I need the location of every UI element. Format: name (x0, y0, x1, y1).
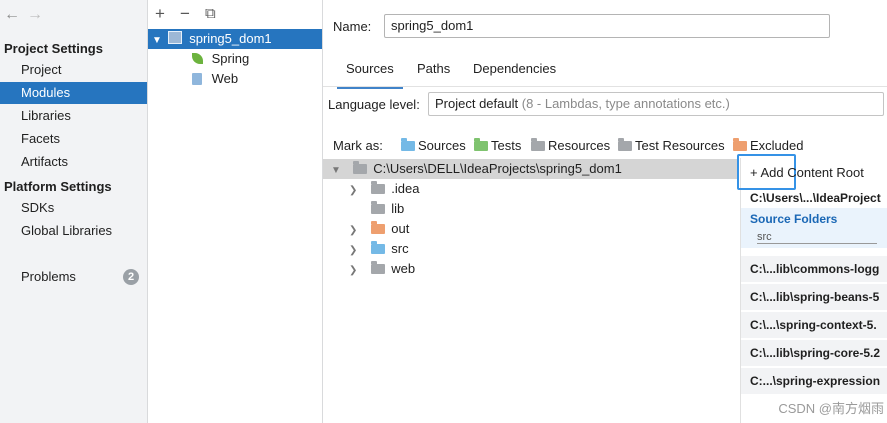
test-resources-folder-icon (618, 138, 632, 151)
facet-node-web[interactable]: Web (148, 69, 322, 89)
module-tree-panel: + − ⧉ ▼ spring5_dom1 Spring Web (148, 0, 323, 423)
tab-dependencies[interactable]: Dependencies (473, 60, 556, 86)
chevron-down-icon[interactable]: ▼ (152, 31, 164, 51)
chevron-down-icon[interactable]: ▼ (331, 161, 343, 181)
mark-sources-button[interactable]: Sources (401, 137, 466, 155)
remove-icon[interactable]: − (180, 4, 190, 24)
problems-label: Problems (21, 269, 76, 284)
tree-item-idea[interactable]: ❯ .idea (323, 179, 738, 199)
facet-node-spring[interactable]: Spring (148, 49, 322, 69)
language-level-select[interactable]: Project default (8 - Lambdas, type annot… (428, 92, 884, 116)
module-icon (167, 31, 182, 44)
back-arrow-icon[interactable]: ← (4, 6, 20, 24)
facet-web-label: Web (211, 71, 239, 86)
forward-arrow-icon[interactable]: → (27, 6, 43, 24)
module-node-spring5-dom1[interactable]: ▼ spring5_dom1 (148, 29, 322, 49)
folder-icon (370, 181, 385, 194)
source-folder-icon (370, 241, 385, 254)
web-facet-icon (192, 73, 202, 85)
tree-item-label: src (391, 241, 409, 256)
mark-test-resources-button[interactable]: Test Resources (618, 137, 725, 155)
tree-item-src[interactable]: ❯ src (323, 239, 738, 259)
chevron-right-icon[interactable]: ❯ (349, 181, 361, 201)
library-root-spring-expression[interactable]: C:...\spring-expression (741, 368, 887, 394)
mark-resources-label: Resources (548, 138, 611, 153)
mark-as-label: Mark as: (333, 138, 383, 153)
mark-sources-label: Sources (418, 138, 466, 153)
tree-item-label: .idea (391, 181, 420, 196)
facet-spring-label: Spring (211, 51, 250, 66)
sidebar-item-libraries[interactable]: Libraries (0, 105, 147, 127)
tree-item-out[interactable]: ❯ out (323, 219, 738, 239)
sidebar-item-artifacts[interactable]: Artifacts (0, 151, 147, 173)
mark-tests-label: Tests (491, 138, 522, 153)
language-level-value: Project default (435, 96, 519, 111)
sidebar-item-project[interactable]: Project (0, 59, 147, 81)
language-level-hint: (8 - Lambdas, type annotations etc.) (521, 96, 730, 111)
mark-test-resources-label: Test Resources (635, 138, 725, 153)
tab-sources[interactable]: Sources (337, 60, 403, 89)
sources-folder-icon (401, 138, 415, 151)
content-root-path: C:\Users\DELL\IdeaProjects\spring5_dom1 (373, 161, 622, 176)
source-folders-title: Source Folders (750, 212, 838, 226)
source-folder-src[interactable]: src (757, 231, 877, 244)
sidebar-item-problems[interactable]: Problems 2 (0, 266, 147, 288)
mark-tests-button[interactable]: Tests (474, 137, 521, 155)
folder-icon (352, 161, 367, 174)
content-root-header[interactable]: C:\Users\...\IdeaProject (741, 188, 887, 208)
platform-settings-heading: Platform Settings (4, 179, 112, 194)
folder-icon (370, 201, 385, 214)
watermark-text: CSDN @南方烟雨 (778, 401, 884, 416)
excluded-folder-icon (733, 138, 747, 151)
problems-count-badge: 2 (123, 269, 139, 285)
resources-folder-icon (531, 138, 545, 151)
spring-leaf-icon (192, 53, 203, 64)
tests-folder-icon (474, 138, 488, 151)
tree-item-lib[interactable]: lib (323, 199, 738, 219)
tab-divider (323, 86, 887, 87)
sidebar-item-global-libraries[interactable]: Global Libraries (0, 220, 147, 242)
sidebar-item-sdks[interactable]: SDKs (0, 197, 147, 219)
excluded-folder-icon (370, 221, 385, 234)
content-root-node[interactable]: ▼ C:\Users\DELL\IdeaProjects\spring5_dom… (323, 159, 738, 179)
tree-item-label: lib (391, 201, 405, 216)
mark-excluded-label: Excluded (750, 138, 804, 153)
copy-icon[interactable]: ⧉ (205, 5, 216, 22)
library-root-spring-beans[interactable]: C:\...lib\spring-beans-5 (741, 284, 887, 310)
folder-icon (370, 261, 385, 274)
tree-item-label: web (391, 261, 416, 276)
library-root-spring-context[interactable]: C:\...\spring-context-5. (741, 312, 887, 338)
sidebar-item-modules[interactable]: Modules (0, 82, 147, 104)
tree-item-web[interactable]: ❯ web (323, 259, 738, 279)
project-settings-heading: Project Settings (4, 41, 103, 56)
add-icon[interactable]: + (155, 4, 165, 24)
content-root-tree: ▼ C:\Users\DELL\IdeaProjects\spring5_dom… (323, 159, 738, 279)
mark-excluded-button[interactable]: Excluded (733, 137, 803, 155)
library-root-commons-logging[interactable]: C:\...lib\commons-logg (741, 256, 887, 282)
mark-resources-button[interactable]: Resources (531, 137, 610, 155)
add-content-root-button[interactable]: + Add Content Root (750, 165, 864, 180)
library-root-spring-core[interactable]: C:\...lib\spring-core-5.2 (741, 340, 887, 366)
chevron-right-icon[interactable]: ❯ (349, 221, 361, 241)
language-level-label: Language level: (328, 97, 420, 112)
module-name-label: spring5_dom1 (189, 31, 272, 46)
chevron-right-icon[interactable]: ❯ (349, 241, 361, 261)
settings-sidebar: ← → Project Settings Project Modules Lib… (0, 0, 148, 423)
name-label: Name: (333, 19, 372, 34)
module-settings-main: Name: spring5_dom1 Sources Paths Depende… (323, 0, 887, 423)
sidebar-item-facets[interactable]: Facets (0, 128, 147, 150)
chevron-right-icon[interactable]: ❯ (349, 261, 361, 281)
tab-paths[interactable]: Paths (417, 60, 450, 86)
module-name-input[interactable]: spring5_dom1 (384, 14, 830, 38)
content-roots-panel: + Add Content Root C:\Users\...\IdeaProj… (737, 154, 887, 423)
tree-item-label: out (391, 221, 410, 236)
